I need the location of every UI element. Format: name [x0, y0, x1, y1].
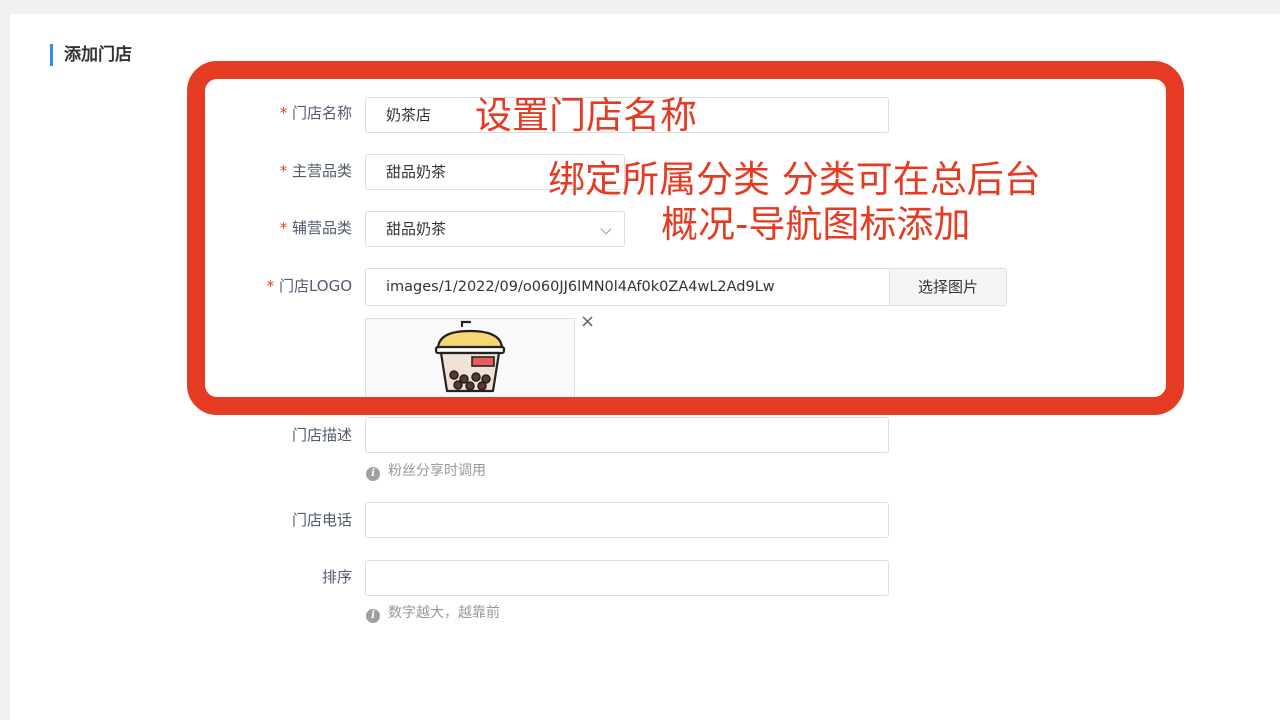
description-label: 门店描述: [291, 426, 352, 444]
phone-label: 门店电话: [291, 511, 352, 529]
sort-label: 排序: [321, 568, 352, 586]
annotation-category-line2: 概况-导航图标添加: [661, 203, 971, 246]
bubble-tea-icon: [434, 320, 506, 393]
description-input[interactable]: [365, 417, 889, 453]
main-category-label: * 主营品类: [278, 162, 352, 180]
info-icon: i: [366, 467, 380, 481]
required-mark: *: [278, 104, 288, 122]
sub-category-value: 甜品奶茶: [386, 220, 447, 238]
chevron-down-icon: [600, 223, 612, 235]
annotation-store-name: 设置门店名称: [475, 94, 697, 137]
close-icon[interactable]: ×: [580, 312, 595, 332]
store-name-label: * 门店名称: [278, 104, 352, 122]
description-tip: i 粉丝分享时调用: [366, 462, 486, 481]
required-mark: *: [265, 277, 275, 295]
select-image-button[interactable]: 选择图片: [889, 268, 1007, 306]
main-category-value: 甜品奶茶: [386, 163, 447, 181]
annotation-category-line1: 绑定所属分类 分类可在总后台: [548, 158, 1041, 201]
info-icon: i: [366, 609, 380, 623]
page-title: 添加门店: [50, 44, 132, 66]
sub-category-label: * 辅营品类: [278, 219, 352, 237]
required-mark: *: [278, 162, 288, 180]
logo-path-input[interactable]: images/1/2022/09/o060JJ6lMN0l4Af0k0ZA4wL…: [365, 268, 890, 306]
logo-label: * 门店LOGO: [265, 277, 352, 295]
required-mark: *: [278, 219, 288, 237]
phone-input[interactable]: [365, 502, 889, 538]
sub-category-select[interactable]: 甜品奶茶: [365, 211, 625, 247]
sort-input[interactable]: [365, 560, 889, 596]
sort-tip: i 数字越大，越靠前: [366, 604, 500, 623]
logo-preview: [365, 318, 575, 398]
